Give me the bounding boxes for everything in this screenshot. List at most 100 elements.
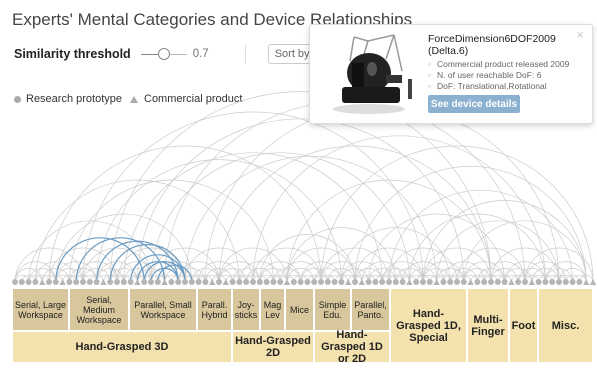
subcategory-mice[interactable]: Mice [285, 288, 314, 331]
commercial-device-node[interactable] [134, 279, 141, 285]
subcategory-parallel-small[interactable]: Parallel, Small Workspace [129, 288, 197, 331]
research-device-node[interactable] [569, 279, 576, 285]
research-device-node[interactable] [426, 279, 433, 285]
research-device-node[interactable] [549, 279, 556, 285]
commercial-device-node[interactable] [433, 279, 440, 285]
research-device-node[interactable] [256, 279, 263, 285]
research-device-node[interactable] [460, 279, 467, 285]
group-foot[interactable]: Foot [509, 288, 538, 363]
commercial-device-node[interactable] [209, 279, 216, 285]
research-device-node[interactable] [331, 279, 338, 285]
device-nodes[interactable] [12, 279, 597, 285]
commercial-device-node[interactable] [406, 279, 413, 285]
research-device-node[interactable] [141, 279, 148, 285]
subcategory-parallel-hybrid[interactable]: Parall. Hybrid [197, 288, 232, 331]
research-device-node[interactable] [501, 279, 508, 285]
research-device-node[interactable] [494, 279, 501, 285]
research-device-node[interactable] [420, 279, 426, 285]
commercial-device-node[interactable] [283, 279, 291, 285]
research-device-node[interactable] [542, 279, 549, 285]
research-device-node[interactable] [535, 279, 542, 285]
research-device-node[interactable] [522, 279, 528, 285]
research-device-node[interactable] [25, 279, 32, 285]
research-device-node[interactable] [202, 279, 209, 285]
research-device-node[interactable] [168, 279, 175, 285]
subcategory-joysticks[interactable]: Joy-sticks [232, 288, 260, 331]
research-device-node[interactable] [515, 279, 522, 285]
subcategory-serial-large[interactable]: Serial, Large Workspace [12, 288, 69, 331]
research-device-node[interactable] [148, 279, 154, 285]
subcategory-serial-medium[interactable]: Serial, Medium Workspace [69, 288, 129, 331]
group-hand-grasped-1d-special[interactable]: Hand-Grasped 1D, Special [390, 288, 467, 363]
commercial-device-node[interactable] [528, 279, 535, 285]
research-device-node[interactable] [127, 279, 134, 285]
group-hand-grasped-2d[interactable]: Hand-Grasped 2D [232, 331, 314, 363]
research-device-node[interactable] [188, 279, 195, 285]
research-device-node[interactable] [474, 279, 481, 285]
research-device-node[interactable] [195, 279, 202, 285]
research-device-node[interactable] [229, 279, 236, 285]
research-device-node[interactable] [379, 279, 386, 285]
commercial-device-node[interactable] [508, 279, 515, 285]
research-device-node[interactable] [66, 279, 73, 285]
research-device-node[interactable] [114, 279, 120, 285]
research-device-node[interactable] [440, 279, 447, 285]
commercial-device-node[interactable] [583, 279, 590, 285]
commercial-device-node[interactable] [589, 279, 597, 285]
research-device-node[interactable] [154, 279, 161, 285]
research-device-node[interactable] [182, 279, 188, 285]
research-device-node[interactable] [270, 279, 277, 285]
subcategory-parallel-panto[interactable]: Parallel, Panto. [351, 288, 390, 331]
research-device-node[interactable] [290, 279, 297, 285]
research-device-node[interactable] [86, 279, 93, 285]
research-device-node[interactable] [447, 279, 454, 285]
see-device-details-button[interactable]: See device details [428, 95, 520, 113]
research-device-node[interactable] [93, 279, 100, 285]
research-device-node[interactable] [236, 279, 243, 285]
research-device-node[interactable] [32, 279, 39, 285]
research-device-node[interactable] [318, 279, 324, 285]
subcategory-mag-lev[interactable]: Mag Lev [260, 288, 285, 331]
subcategory-simple-edu[interactable]: Simple Edu. [314, 288, 351, 331]
research-device-node[interactable] [18, 279, 25, 285]
commercial-device-node[interactable] [100, 279, 107, 285]
research-device-node[interactable] [175, 279, 182, 285]
research-device-node[interactable] [311, 279, 318, 285]
research-device-node[interactable] [454, 279, 460, 285]
research-device-node[interactable] [365, 279, 372, 285]
commercial-device-node[interactable] [467, 279, 474, 285]
research-device-node[interactable] [12, 279, 18, 285]
research-device-node[interactable] [576, 279, 583, 285]
research-device-node[interactable] [413, 279, 420, 285]
group-multi-finger[interactable]: Multi-Finger [467, 288, 509, 363]
research-device-node[interactable] [488, 279, 494, 285]
commercial-device-node[interactable] [358, 279, 365, 285]
research-device-node[interactable] [107, 279, 114, 285]
group-misc[interactable]: Misc. [538, 288, 593, 363]
research-device-node[interactable] [250, 279, 256, 285]
commercial-device-node[interactable] [59, 279, 66, 285]
group-hand-grasped-3d[interactable]: Hand-Grasped 3D [12, 331, 232, 363]
research-device-node[interactable] [243, 279, 250, 285]
research-device-node[interactable] [386, 279, 392, 285]
research-device-node[interactable] [120, 279, 127, 285]
group-hand-grasped-1d-2d[interactable]: Hand-Grasped 1D or 2D [314, 329, 390, 365]
research-device-node[interactable] [297, 279, 304, 285]
commercial-device-node[interactable] [222, 279, 229, 285]
research-device-node[interactable] [392, 279, 399, 285]
research-device-node[interactable] [338, 279, 345, 285]
research-device-node[interactable] [277, 279, 284, 285]
research-device-node[interactable] [372, 279, 379, 285]
research-device-node[interactable] [481, 279, 488, 285]
research-device-node[interactable] [216, 279, 222, 285]
research-device-node[interactable] [562, 279, 569, 285]
commercial-device-node[interactable] [161, 279, 168, 285]
research-device-node[interactable] [352, 279, 358, 285]
research-device-node[interactable] [80, 279, 86, 285]
research-device-node[interactable] [46, 279, 52, 285]
commercial-device-node[interactable] [345, 279, 352, 285]
commercial-device-node[interactable] [39, 279, 46, 285]
research-device-node[interactable] [304, 279, 311, 285]
research-device-node[interactable] [73, 279, 80, 285]
research-device-node[interactable] [263, 279, 270, 285]
